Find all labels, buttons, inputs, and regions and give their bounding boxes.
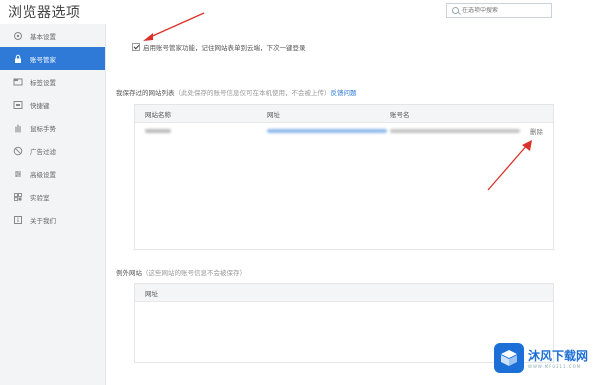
sidebar-item-label: 鼠标手势 (30, 124, 56, 133)
block-icon (13, 146, 23, 156)
sidebar-item-lab[interactable]: 实验室 (0, 185, 105, 208)
sidebar-item-label: 实验室 (30, 193, 50, 202)
sidebar-item-adblock[interactable]: 广告过滤 (0, 139, 105, 162)
hand-icon (13, 123, 23, 133)
saved-sites-table: 网站名称 网址 账号名 删除 (134, 104, 554, 250)
tab-icon (13, 77, 23, 87)
table-header: 网址 (135, 284, 553, 302)
lab-icon (13, 192, 23, 202)
watermark-text: 沐风下载网 (527, 349, 588, 363)
exception-sites-table: 网址 (134, 283, 554, 363)
search-box[interactable] (446, 3, 552, 18)
watermark-logo-icon (493, 343, 524, 373)
header-url: 网址 (145, 289, 158, 298)
enable-label: 启用账号管家功能，记住网站表单到云端，下次一键登录 (143, 44, 306, 52)
sidebar-item-label: 关于我们 (30, 216, 56, 225)
sidebar-item-advanced[interactable]: 高级设置 (0, 162, 105, 185)
exception-sites-label: 例外网站（这些网站的账号信息不会被保存） (116, 269, 246, 277)
watermark-subtext: WWW.MF0311.COM (527, 364, 582, 369)
sidebar-item-account[interactable]: 账号管家 (0, 47, 105, 70)
sidebar-item-gestures[interactable]: 鼠标手势 (0, 116, 105, 139)
search-input[interactable] (462, 7, 551, 14)
account-cell-redacted (390, 129, 520, 133)
saved-sites-label: 我保存过的网站列表（此处保存的账号信息仅可在本机使用，不会被上传）反馈问题 (116, 89, 357, 97)
header-account: 账号名 (390, 110, 410, 119)
sidebar-item-label: 基本设置 (30, 32, 56, 41)
saved-sites-hint: （此处保存的账号信息仅可在本机使用，不会被上传） (174, 89, 331, 97)
delete-button[interactable]: 删除 (530, 126, 543, 136)
sidebar-item-label: 账号管家 (30, 55, 56, 64)
sidebar-item-tabs[interactable]: 标签设置 (0, 70, 105, 93)
keyboard-icon (13, 100, 23, 110)
info-icon (13, 215, 23, 225)
sidebar-item-basic[interactable]: 基本设置 (0, 24, 105, 47)
site-cell-redacted (145, 129, 171, 133)
sidebar: 基本设置 账号管家 标签设置 快捷键 鼠标手势 广告过滤 高级设置 实验室 关于… (0, 24, 106, 385)
lock-icon (13, 54, 23, 64)
exception-sites-hint: （这些网站的账号信息不会被保存） (142, 269, 246, 277)
watermark: 沐风下载网 WWW.MF0311.COM (493, 343, 588, 373)
header-url: 网址 (267, 110, 280, 119)
search-icon (452, 7, 459, 14)
table-row[interactable]: 删除 (135, 123, 553, 139)
feedback-link[interactable]: 反馈问题 (331, 89, 357, 97)
sidebar-item-label: 广告过滤 (30, 147, 56, 156)
header-site: 网站名称 (145, 110, 171, 119)
enable-account-manager[interactable]: 启用账号管家功能，记住网站表单到云端，下次一键登录 (132, 42, 306, 52)
enable-checkbox[interactable] (132, 43, 140, 51)
sidebar-item-label: 快捷键 (30, 101, 50, 110)
gear-icon (13, 31, 23, 41)
sidebar-item-label: 高级设置 (30, 170, 56, 179)
sidebar-item-shortcuts[interactable]: 快捷键 (0, 93, 105, 116)
sidebar-item-label: 标签设置 (30, 78, 56, 87)
main-panel: 启用账号管家功能，记住网站表单到云端，下次一键登录 我保存过的网站列表（此处保存… (106, 24, 596, 385)
table-header: 网站名称 网址 账号名 (135, 105, 553, 123)
url-cell-redacted (267, 129, 387, 133)
page-title: 浏览器选项 (8, 5, 81, 21)
settings-icon (13, 169, 23, 179)
sidebar-item-about[interactable]: 关于我们 (0, 208, 105, 231)
